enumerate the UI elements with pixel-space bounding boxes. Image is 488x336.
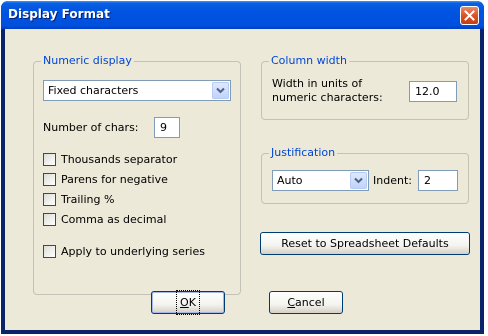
width-caption-line2: numeric characters: [272,91,383,104]
close-button[interactable] [460,6,479,25]
checkbox-box[interactable] [43,245,56,258]
checkbox-label: Parens for negative [61,173,168,186]
indent-label: Indent: [373,174,412,187]
num-chars-input[interactable]: 9 [154,117,180,138]
format-dropdown-button[interactable] [212,82,229,99]
checkbox-label: Thousands separator [61,153,178,166]
format-select[interactable]: Fixed characters [43,80,231,101]
checkbox-label: Trailing % [61,193,115,206]
cancel-button[interactable]: Cancel [269,291,343,314]
numeric-display-label: Numeric display [41,54,134,67]
ok-label: OK [176,290,200,315]
justification-select[interactable]: Auto [272,170,369,191]
chevron-down-icon [354,177,363,184]
justification-group: Justification Auto Indent: 2 [261,146,469,204]
display-format-dialog: Display Format Numeric display Fixed cha… [1,1,484,334]
checkbox-box[interactable] [43,173,56,186]
indent-input[interactable]: 2 [418,170,458,191]
column-width-label: Column width [269,54,349,67]
window-title: Display Format [8,7,110,21]
num-chars-label: Number of chars: [43,121,139,134]
reset-defaults-label: Reset to Spreadsheet Defaults [281,237,449,250]
cancel-label: Cancel [287,296,325,309]
reset-defaults-button[interactable]: Reset to Spreadsheet Defaults [260,232,470,255]
justification-label: Justification [269,146,338,159]
checkbox-box[interactable] [43,213,56,226]
justification-dropdown-button[interactable] [350,172,367,189]
width-caption-line1: Width in units of [272,77,363,90]
checkbox-box[interactable] [43,193,56,206]
chevron-down-icon [216,87,225,94]
column-width-input[interactable]: 12.0 [409,81,457,102]
checkbox-box[interactable] [43,153,56,166]
justification-select-value: Auto [277,174,303,187]
close-x-icon [464,10,475,21]
format-select-value: Fixed characters [48,84,139,97]
ok-button[interactable]: OK [151,290,225,315]
checkbox-label: Apply to underlying series [61,245,205,258]
title-bar[interactable]: Display Format [1,1,484,29]
checkbox-label: Comma as decimal [61,213,167,226]
dialog-body: Numeric display Fixed characters Number … [5,29,480,330]
column-width-group: Column width Width in units of numeric c… [261,54,469,120]
numeric-display-group: Numeric display Fixed characters Number … [33,54,241,295]
